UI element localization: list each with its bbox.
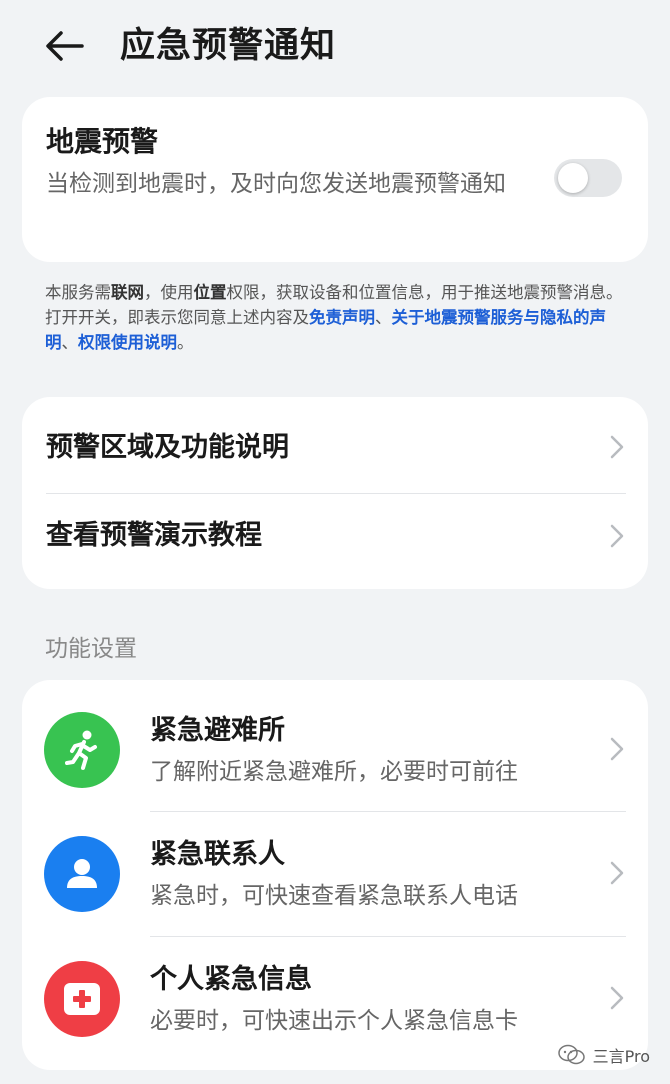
back-arrow-icon	[46, 31, 84, 61]
notice-separator: 、	[375, 308, 392, 327]
watermark-text: 三言Pro	[592, 1047, 650, 1066]
function-settings-card: 紧急避难所 了解附近紧急避难所，必要时可前往 紧急联系人 紧急时，可快速查看紧急…	[22, 680, 648, 1070]
notice-location: 位置	[193, 283, 227, 302]
chevron-right-icon	[610, 986, 624, 1010]
disclaimer-link[interactable]: 免责声明	[309, 308, 375, 327]
header: 应急预警通知	[0, 0, 670, 95]
emergency-contacts-row[interactable]: 紧急联系人 紧急时，可快速查看紧急联系人电话	[22, 812, 648, 937]
medical-card-icon	[44, 961, 120, 1037]
earthquake-warning-card: 地震预警 当检测到地震时，及时向您发送地震预警通知	[22, 97, 648, 262]
watermark: 三言Pro	[557, 1043, 650, 1067]
chevron-right-icon	[610, 524, 624, 548]
notice-network: 联网	[111, 283, 144, 302]
permission-usage-link[interactable]: 权限使用说明	[78, 333, 177, 352]
chevron-right-icon	[610, 861, 624, 885]
section-label-function-settings: 功能设置	[45, 636, 137, 662]
emergency-shelter-row[interactable]: 紧急避难所 了解附近紧急避难所，必要时可前往	[22, 680, 648, 805]
notice-period: 。	[177, 333, 194, 352]
notice-separator: 、	[61, 333, 79, 352]
notice-text: 本服务需	[45, 283, 111, 302]
emergency-shelter-subtitle: 了解附近紧急避难所，必要时可前往	[150, 759, 518, 785]
page-title: 应急预警通知	[120, 26, 337, 66]
info-card: 预警区域及功能说明 查看预警演示教程	[22, 397, 648, 589]
back-button[interactable]	[40, 22, 92, 70]
earthquake-warning-title: 地震预警	[46, 125, 159, 158]
warning-area-label: 预警区域及功能说明	[46, 432, 289, 463]
wechat-icon	[557, 1044, 585, 1065]
warning-area-row[interactable]: 预警区域及功能说明	[22, 397, 648, 493]
earthquake-warning-description: 当检测到地震时，及时向您发送地震预警通知	[46, 171, 506, 197]
toggle-knob	[558, 163, 588, 193]
demo-tutorial-row[interactable]: 查看预警演示教程	[22, 494, 648, 589]
chevron-right-icon	[610, 435, 624, 459]
demo-tutorial-label: 查看预警演示教程	[46, 520, 262, 551]
service-notice: 本服务需联网，使用位置权限，获取设备和位置信息，用于推送地震预警消息。打开开关，…	[45, 280, 630, 355]
emergency-contacts-subtitle: 紧急时，可快速查看紧急联系人电话	[150, 883, 518, 909]
earthquake-warning-toggle[interactable]	[554, 159, 622, 197]
personal-emergency-info-row[interactable]: 个人紧急信息 必要时，可快速出示个人紧急信息卡	[22, 937, 648, 1062]
notice-text: ，使用	[144, 283, 194, 302]
contact-person-icon	[44, 836, 120, 912]
emergency-shelter-title: 紧急避难所	[150, 715, 285, 746]
personal-emergency-info-title: 个人紧急信息	[150, 964, 312, 995]
emergency-contacts-title: 紧急联系人	[150, 839, 285, 870]
chevron-right-icon	[610, 737, 624, 761]
running-person-icon	[44, 712, 120, 788]
personal-emergency-info-subtitle: 必要时，可快速出示个人紧急信息卡	[150, 1008, 518, 1034]
